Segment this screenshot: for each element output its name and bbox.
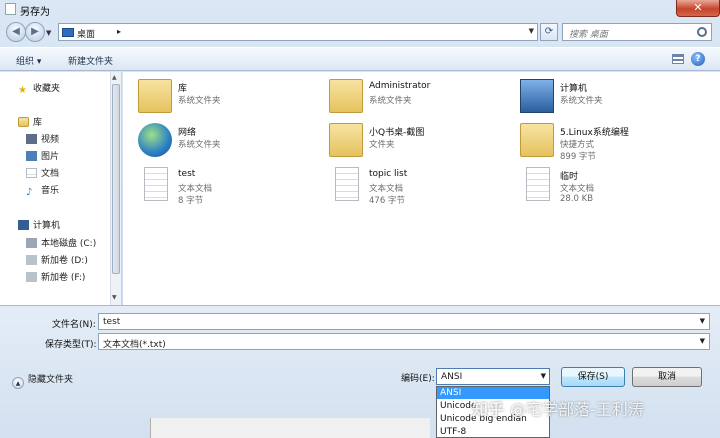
address-bar[interactable]: 桌面 ▸ ▼ [58,23,538,41]
filename-dropdown-icon[interactable]: ▼ [700,317,705,325]
save-as-dialog: 另存为 ✕ ◀ ▶ ▼ 桌面 ▸ ▼ ⟳ 搜索 桌面 组织 ▾ 新建文件夹 ? … [0,0,720,438]
notepad-icon [5,3,16,15]
nav-libraries[interactable]: 库 [18,115,42,129]
title-bar: 另存为 ✕ [0,0,720,18]
text-document-icon [335,167,359,201]
address-row: ◀ ▶ ▼ 桌面 ▸ ▼ ⟳ 搜索 桌面 [0,20,720,44]
navigation-pane: ★ 收藏夹 库 视频 图片 文档 ♪ 音乐 计算机 本地磁盘 (C:) 新加卷 (D… [0,72,122,305]
breadcrumb-arrow[interactable]: ▸ [117,27,121,36]
text-document-icon [144,167,168,201]
nav-scrollbar[interactable]: ▲ ▼ [110,72,121,305]
scroll-thumb[interactable] [112,84,120,274]
computer-icon [18,220,29,230]
network-icon [138,123,172,157]
nav-computer[interactable]: 计算机 [18,218,60,232]
filetype-dropdown-icon[interactable]: ▼ [700,337,705,345]
list-item[interactable]: 小Q书桌-截图 文件夹 [329,121,509,165]
organize-button[interactable]: 组织 ▾ [16,54,41,67]
user-folder-icon [329,79,363,113]
encoding-select[interactable]: ANSI ▼ [436,368,550,385]
window-title: 另存为 [20,7,50,18]
search-placeholder: 搜索 桌面 [569,30,608,40]
nav-favorites[interactable]: ★ 收藏夹 [18,81,60,96]
address-dropdown[interactable]: ▼ [529,27,534,35]
recent-pages-dropdown[interactable]: ▼ [46,29,51,37]
back-button[interactable]: ◀ [6,22,26,42]
filetype-value: 文本文档(*.txt) [103,340,166,350]
hide-folders-toggle[interactable]: ▲ 隐藏文件夹 [12,372,73,389]
filetype-select[interactable]: 文本文档(*.txt) ▼ [98,333,710,350]
music-icon: ♪ [26,187,33,198]
filename-value: test [103,317,121,327]
list-item[interactable]: topic list 文本文档 476 字节 [329,165,509,209]
forward-button[interactable]: ▶ [25,22,45,42]
list-item[interactable]: Administrator 系统文件夹 [329,77,509,121]
computer-icon [520,79,554,113]
list-item[interactable]: 库 系统文件夹 [138,77,318,121]
nav-drive-f[interactable]: 新加卷 (F:) [26,270,85,284]
nav-pictures[interactable]: 图片 [26,149,59,163]
filename-label: 文件名(N): [52,320,96,330]
nav-documents[interactable]: 文档 [26,166,59,180]
list-item[interactable]: 网络 系统文件夹 [138,121,318,165]
close-button[interactable]: ✕ [676,0,720,17]
cancel-button[interactable]: 取消 [632,367,702,387]
save-button[interactable]: 保存(S) [561,367,625,387]
watermark: 知乎 @宅学部落-王利涛 [472,400,644,419]
star-icon: ★ [18,85,27,96]
picture-icon [26,151,37,161]
encoding-value: ANSI [441,372,463,382]
encoding-label: 编码(E): [401,374,435,384]
folder-icon [329,123,363,157]
search-icon[interactable] [697,27,707,37]
encoding-option[interactable]: UTF-8 [437,426,549,438]
list-item[interactable]: 临时 文本文档 28.0 KB [520,165,700,209]
help-button[interactable]: ? [691,52,705,66]
video-icon [26,134,37,144]
search-input[interactable]: 搜索 桌面 [562,23,712,41]
encoding-dropdown-icon[interactable]: ▼ [541,372,546,380]
breadcrumb-desktop[interactable]: 桌面 [77,27,95,40]
library-icon [18,117,29,127]
filename-input[interactable]: test ▼ [98,313,710,330]
text-document-icon [526,167,550,201]
list-item[interactable]: 计算机 系统文件夹 [520,77,700,121]
scroll-down-icon[interactable]: ▼ [112,294,117,301]
drive-icon [26,255,37,265]
document-icon [26,168,37,178]
nav-videos[interactable]: 视频 [26,132,59,146]
file-list: 库 系统文件夹 Administrator 系统文件夹 计算机 系统文件夹 网络… [123,72,720,305]
refresh-button[interactable]: ⟳ [540,23,558,41]
collapse-icon: ▲ [12,377,24,389]
toolbar: 组织 ▾ 新建文件夹 ? [0,47,720,71]
scroll-up-icon[interactable]: ▲ [112,74,117,81]
list-item[interactable]: test 文本文档 8 字节 [138,165,318,209]
list-item[interactable]: 5.Linux系统编程 快捷方式 899 字节 [520,121,700,165]
library-icon [138,79,172,113]
drive-icon [26,238,37,248]
nav-drive-c[interactable]: 本地磁盘 (C:) [26,236,96,250]
desktop-icon [62,28,74,37]
new-folder-button[interactable]: 新建文件夹 [68,54,113,67]
filetype-label: 保存类型(T): [45,340,97,350]
nav-drive-d[interactable]: 新加卷 (D:) [26,253,88,267]
drive-icon [26,272,37,282]
nav-music[interactable]: ♪ 音乐 [26,183,59,198]
view-options-icon[interactable] [672,54,684,64]
shortcut-folder-icon [520,123,554,157]
background-window [150,418,430,438]
